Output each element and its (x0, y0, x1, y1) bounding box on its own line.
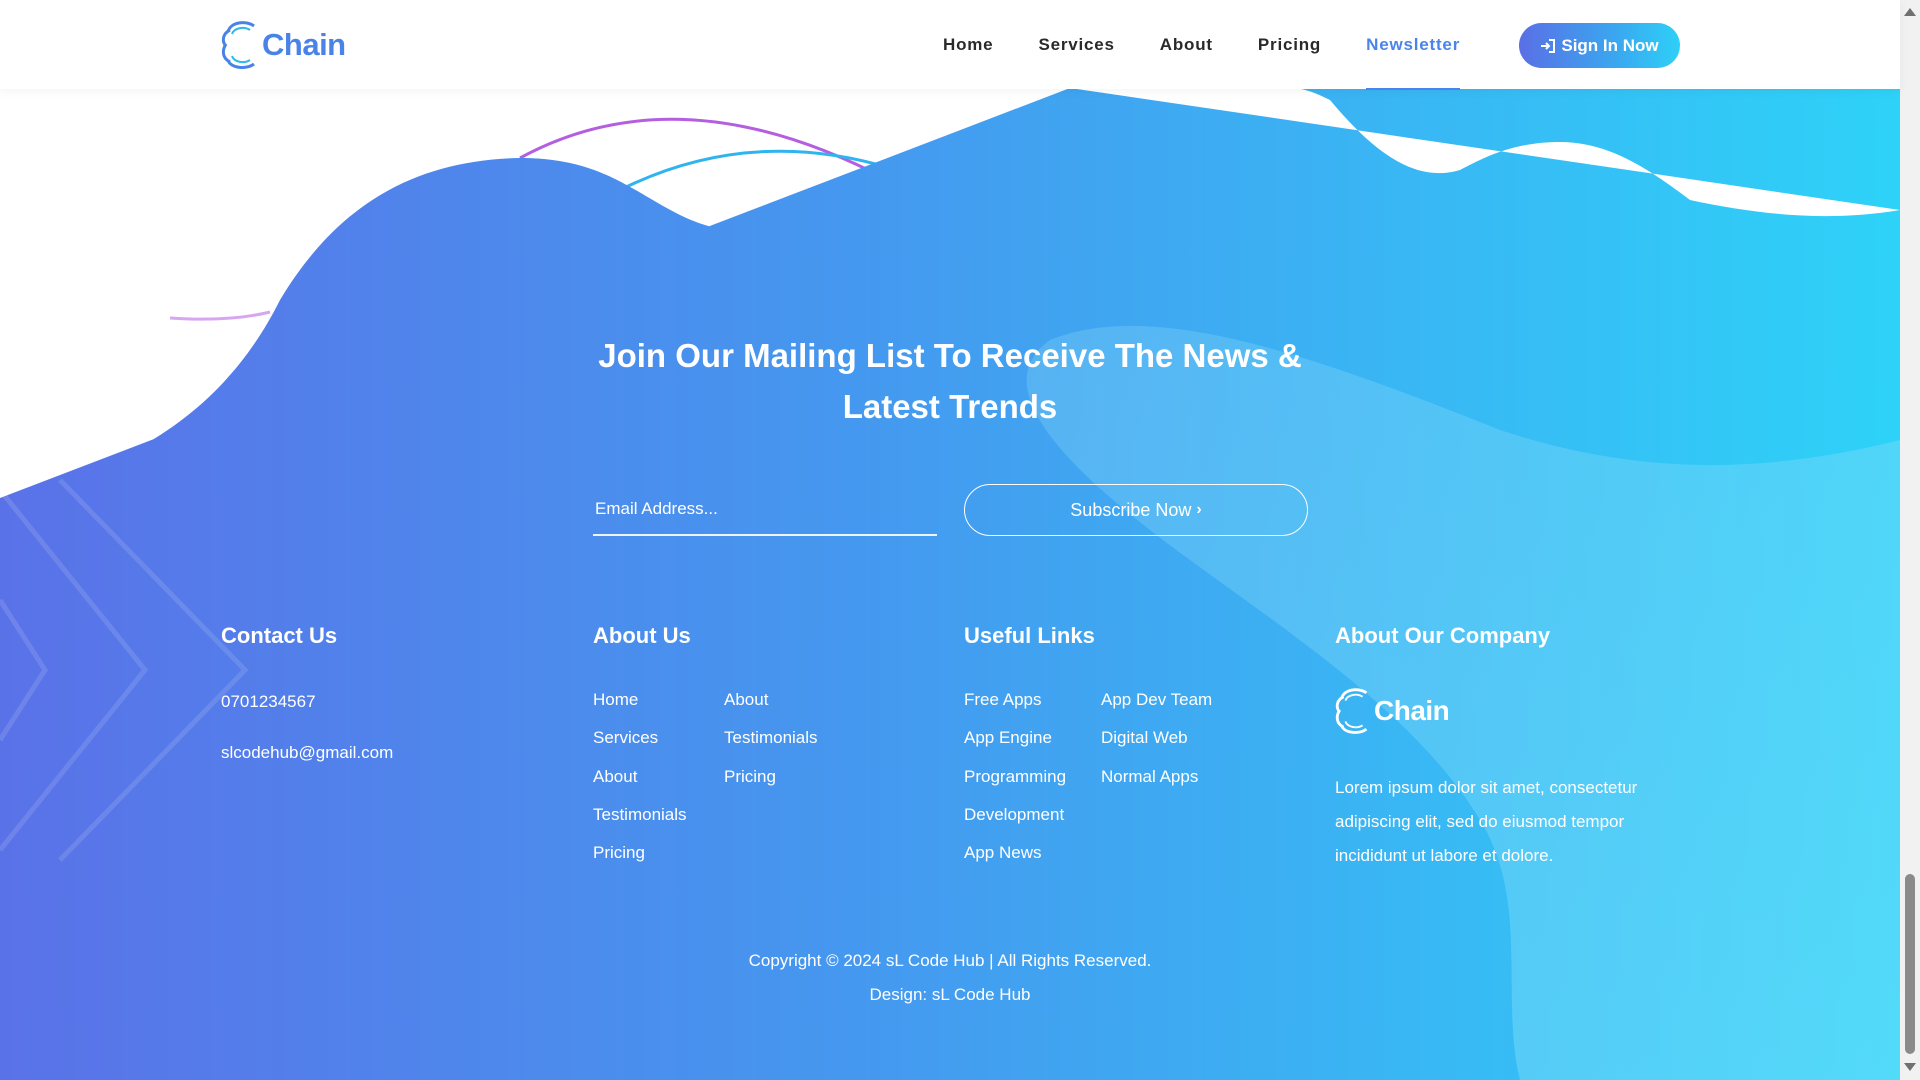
nav-home[interactable]: Home (943, 0, 993, 89)
site-header: Chain Home Services About Pricing Newsle… (0, 0, 1900, 90)
useful-link-app-engine[interactable]: App Engine (964, 728, 1052, 748)
sign-in-label: Sign In Now (1561, 35, 1659, 55)
useful-link-programming[interactable]: Programming (964, 767, 1066, 787)
nav-pricing[interactable]: Pricing (1258, 0, 1321, 89)
footer-link-pricing-2[interactable]: Pricing (724, 767, 776, 787)
footer-link-home[interactable]: Home (593, 690, 638, 710)
page-scrollbar[interactable] (1900, 0, 1920, 1080)
newsletter-title-line1: Join Our Mailing List To Receive The New… (598, 337, 1302, 374)
contact-title: Contact Us (221, 623, 338, 648)
email-field-wrapper (593, 483, 937, 536)
company-logo-text: Chain (1374, 695, 1450, 726)
contact-phone: 0701234567 (221, 692, 316, 711)
contact-email[interactable]: slcodehub@gmail.com (221, 743, 393, 763)
sign-in-icon (1541, 38, 1556, 53)
useful-link-free-apps[interactable]: Free Apps (964, 690, 1042, 710)
design-credit: Design: sL Code Hub (869, 985, 1031, 1004)
useful-link-digital-web[interactable]: Digital Web (1101, 728, 1188, 748)
footer-background (0, 88, 1900, 1080)
nav-newsletter[interactable]: Newsletter (1366, 0, 1461, 90)
subscribe-button[interactable]: Subscribe Now › (964, 484, 1308, 536)
company-logo[interactable]: Chain (1334, 684, 1450, 738)
brand-name: Chain (262, 27, 346, 62)
footer-link-services[interactable]: Services (593, 728, 658, 748)
useful-link-app-dev-team[interactable]: App Dev Team (1101, 690, 1212, 710)
company-description: Lorem ipsum dolor sit amet, consectetur … (1335, 778, 1638, 865)
footer-link-pricing[interactable]: Pricing (593, 843, 645, 863)
nav-services[interactable]: Services (1038, 0, 1114, 89)
scroll-up-arrow-icon[interactable] (1904, 8, 1916, 16)
useful-link-normal-apps[interactable]: Normal Apps (1101, 767, 1198, 787)
useful-links-title: Useful Links (964, 623, 1095, 648)
footer-link-about-2[interactable]: About (724, 690, 768, 710)
chain-logo-icon (221, 21, 255, 69)
chain-logo-icon (1335, 688, 1368, 734)
nav-about[interactable]: About (1160, 0, 1213, 89)
newsletter-title: Join Our Mailing List To Receive The New… (590, 330, 1310, 432)
sign-in-button[interactable]: Sign In Now (1519, 23, 1680, 68)
footer-link-testimonials-2[interactable]: Testimonials (724, 728, 818, 748)
main-nav: Home Services About Pricing Newsletter (943, 0, 1505, 90)
subscribe-label: Subscribe Now (1070, 499, 1192, 520)
brand-logo[interactable]: Chain (220, 18, 346, 72)
scroll-thumb[interactable] (1905, 874, 1915, 1054)
copyright-text: Copyright © 2024 sL Code Hub | All Right… (748, 951, 1152, 970)
useful-link-development[interactable]: Development (964, 805, 1064, 825)
email-input[interactable] (593, 483, 937, 534)
footer-link-testimonials[interactable]: Testimonials (593, 805, 687, 825)
about-us-title: About Us (593, 623, 691, 648)
useful-link-app-news[interactable]: App News (964, 843, 1041, 863)
footer-link-about[interactable]: About (593, 767, 637, 787)
company-title: About Our Company (1335, 623, 1551, 648)
newsletter-title-line2: Latest Trends (842, 388, 1058, 425)
chevron-right-icon: › (1196, 501, 1202, 518)
scroll-down-arrow-icon[interactable] (1904, 1063, 1916, 1071)
